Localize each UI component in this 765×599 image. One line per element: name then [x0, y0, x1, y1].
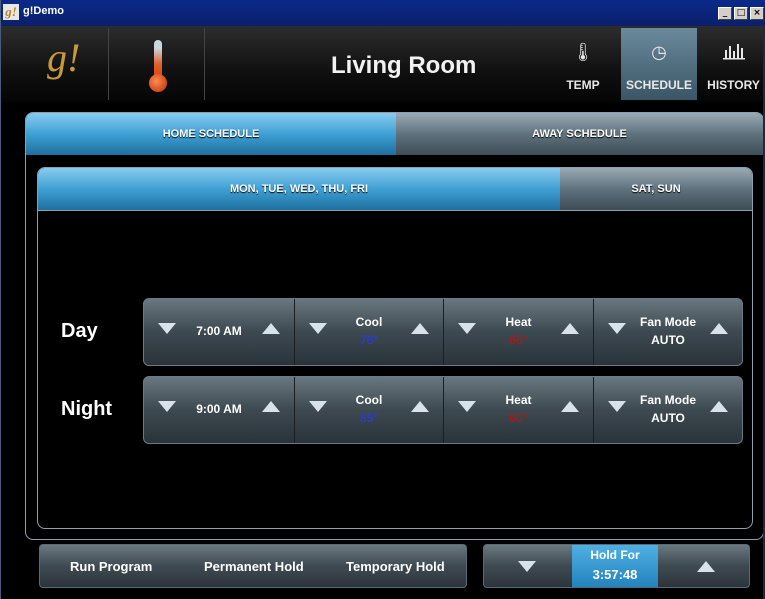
increase-arrow-icon[interactable] [561, 323, 579, 334]
run-program-button[interactable]: Run Program [70, 559, 152, 574]
fan-mode-label: Fan Mode [640, 315, 696, 329]
schedule-row-day: 7:00 AM Cool 76° Heat 68° Fan Mode AUTO [143, 298, 743, 366]
increase-arrow-icon[interactable] [697, 561, 715, 572]
hold-display: Hold For 3:57:48 [572, 545, 658, 587]
tab-weekend[interactable]: SAT, SUN [560, 168, 752, 210]
day-tabs: MON, TUE, WED, THU, FRI SAT, SUN [38, 168, 752, 211]
app-window: g! g!Demo _ □ × g! Living Room 🌡︎ TEMP ◷… [0, 0, 765, 599]
window-title: g!Demo [23, 5, 64, 17]
cool-value: 85° [359, 411, 379, 425]
time-value: 7:00 AM [196, 324, 242, 338]
fan-mode-control: Fan Mode AUTO [594, 299, 742, 365]
schedule-row-night: 9:00 AM Cool 85° Heat 60° Fan Mode AUTO [143, 376, 743, 444]
tab-home-schedule[interactable]: HOME SCHEDULE [26, 113, 396, 155]
app-icon: g! [3, 4, 19, 20]
nav-schedule-label: SCHEDULE [625, 78, 692, 92]
fan-mode-label: Fan Mode [640, 393, 696, 407]
fan-mode-value: AUTO [651, 411, 685, 425]
nav-temp-label: TEMP [566, 78, 600, 92]
minimize-icon[interactable]: _ [718, 7, 732, 20]
increase-arrow-icon[interactable] [710, 323, 728, 334]
heat-label: Heat [505, 315, 532, 329]
cool-label: Cool [355, 315, 383, 329]
permanent-hold-button[interactable]: Permanent Hold [204, 559, 304, 574]
hold-label: Hold For [590, 548, 640, 562]
hold-for-control: Hold For 3:57:48 [483, 544, 750, 588]
temporary-hold-button[interactable]: Temporary Hold [346, 559, 445, 574]
increase-arrow-icon[interactable] [411, 323, 429, 334]
increase-arrow-icon[interactable] [710, 401, 728, 412]
increase-arrow-icon[interactable] [262, 323, 280, 334]
program-bar: Run Program Permanent Hold Temporary Hol… [39, 544, 467, 588]
nav-history[interactable]: HISTORY [701, 28, 765, 100]
increase-arrow-icon[interactable] [262, 401, 280, 412]
hold-time: 3:57:48 [592, 567, 638, 582]
cool-control: Cool 85° [295, 377, 444, 443]
app-header: g! Living Room 🌡︎ TEMP ◷ SCHEDULE HISTOR… [1, 26, 765, 102]
tab-weekdays[interactable]: MON, TUE, WED, THU, FRI [38, 168, 560, 210]
title-bar: g! g!Demo _ □ × [1, 0, 765, 26]
fan-mode-control: Fan Mode AUTO [594, 377, 742, 443]
close-icon[interactable]: × [750, 7, 764, 20]
nav-temp[interactable]: 🌡︎ TEMP [549, 28, 617, 100]
time-value: 9:00 AM [196, 402, 242, 416]
cool-value: 76° [359, 333, 379, 347]
thermometer-icon: 🌡︎ [571, 42, 595, 63]
heat-value: 60° [509, 411, 528, 425]
schedule-tabs: HOME SCHEDULE AWAY SCHEDULE [26, 113, 763, 155]
increase-arrow-icon[interactable] [411, 401, 429, 412]
time-control: 9:00 AM [144, 377, 295, 443]
clock-icon: ◷ [651, 42, 667, 63]
logo: g! [47, 35, 81, 80]
heat-control: Heat 60° [444, 377, 594, 443]
room-title: Living Room [331, 52, 477, 79]
increase-arrow-icon[interactable] [561, 401, 579, 412]
thermometer-cell [109, 28, 205, 100]
heat-value: 68° [509, 333, 528, 347]
bar-chart-icon [701, 42, 765, 65]
decrease-arrow-icon[interactable] [518, 561, 536, 572]
cool-label: Cool [355, 393, 383, 407]
logo-cell: g! [13, 28, 109, 100]
heat-control: Heat 68° [444, 299, 594, 365]
nav-history-label: HISTORY [707, 78, 760, 92]
cool-control: Cool 76° [295, 299, 444, 365]
time-control: 7:00 AM [144, 299, 295, 365]
nav-schedule[interactable]: ◷ SCHEDULE [621, 28, 697, 100]
fan-mode-value: AUTO [651, 333, 685, 347]
tab-away-schedule[interactable]: AWAY SCHEDULE [396, 113, 763, 155]
maximize-icon[interactable]: □ [734, 7, 748, 20]
window-controls: _ □ × [718, 7, 764, 20]
row-label-day: Day [61, 320, 98, 342]
thermometer-icon [149, 40, 167, 92]
row-label-night: Night [61, 398, 113, 420]
heat-label: Heat [505, 393, 532, 407]
